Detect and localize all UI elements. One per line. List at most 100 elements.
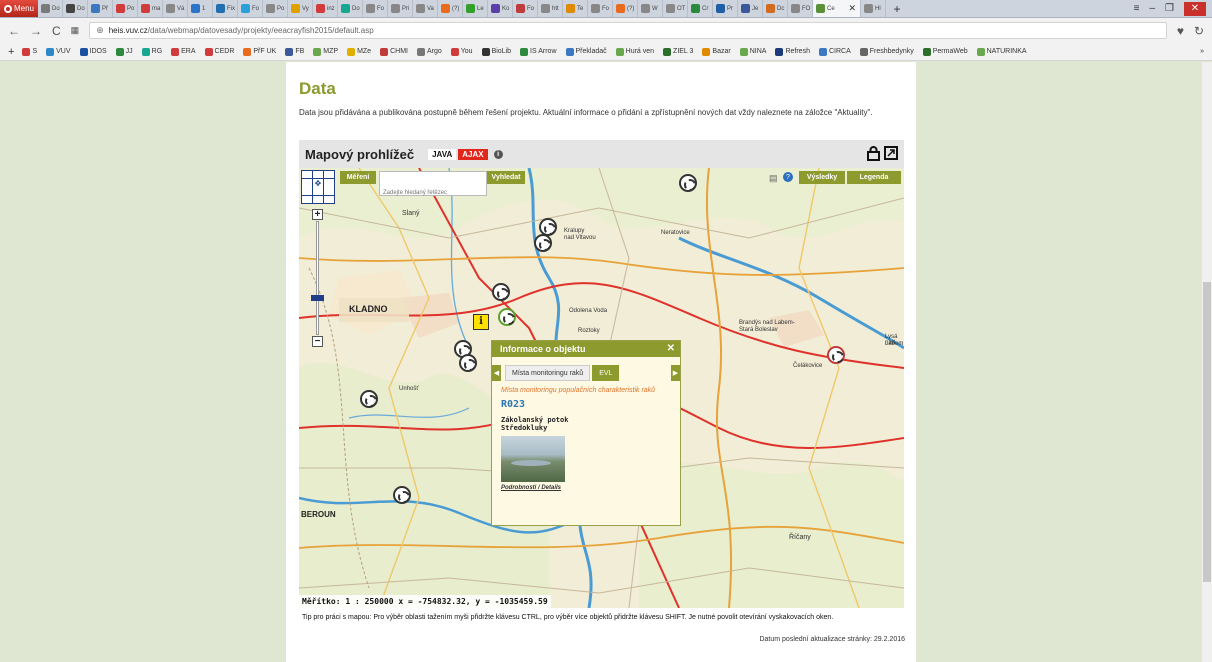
scrollbar-thumb[interactable]	[1203, 282, 1211, 582]
tab-active[interactable]: Ce ✕	[813, 0, 861, 17]
browser-tab[interactable]: Fo	[513, 0, 538, 17]
back-icon[interactable]: ←	[8, 24, 20, 38]
bookmark-item[interactable]: NATURINKA	[976, 47, 1027, 56]
bookmark-item[interactable]: FB	[285, 47, 304, 56]
site-info-icon[interactable]: ⊕	[96, 25, 104, 36]
bookmark-item[interactable]: JJ	[115, 47, 133, 56]
bookmark-item[interactable]: You	[450, 47, 473, 56]
bookmark-item[interactable]: CEDR	[204, 47, 234, 56]
lock-icon[interactable]	[867, 146, 880, 161]
browser-tab[interactable]: Fo	[588, 0, 613, 17]
bookmark-item[interactable]: ZIEL 3	[663, 47, 693, 56]
browser-tab[interactable]: (?)	[613, 0, 638, 17]
popup-next-icon[interactable]: ▶	[671, 365, 680, 381]
browser-tab[interactable]: Po	[113, 0, 138, 17]
browser-tab[interactable]: Dc	[763, 0, 788, 17]
ajax-button[interactable]: AJAX	[458, 148, 488, 160]
bookmark-item[interactable]: Argo	[416, 47, 442, 56]
bookmark-item[interactable]: PermaWeb	[922, 47, 968, 56]
browser-tab[interactable]: OT	[663, 0, 688, 17]
map-marker[interactable]	[492, 283, 510, 301]
browser-tab[interactable]: Ko	[488, 0, 513, 17]
details-link[interactable]: Podrobnosti / Details	[501, 485, 680, 491]
popup-tab-crayfish[interactable]: Místa monitoringu raků	[505, 365, 591, 381]
bookmark-item[interactable]: Freshbedynky	[859, 47, 914, 56]
browser-tab[interactable]: Do	[338, 0, 363, 17]
bookmark-item[interactable]: Refresh	[775, 47, 810, 56]
popup-tab-evl[interactable]: EVL	[592, 365, 620, 381]
bookmark-item[interactable]: NINA	[739, 47, 766, 56]
bookmark-item[interactable]: ERA	[171, 47, 196, 56]
add-bookmark-icon[interactable]: +	[8, 46, 14, 58]
bookmark-item[interactable]: BioLib	[481, 47, 511, 56]
restore-icon[interactable]: ❐	[1165, 3, 1174, 14]
browser-menu-button[interactable]: Menu	[0, 0, 38, 17]
bookmark-item[interactable]: MZe	[347, 47, 371, 56]
popup-prev-icon[interactable]: ◀	[492, 365, 501, 381]
help-icon[interactable]: ?	[783, 172, 793, 182]
tab-after[interactable]: Hl	[861, 0, 886, 17]
map-canvas[interactable]: Měření Zadejte hledaný řetězec Vyhledat …	[299, 168, 904, 608]
map-marker[interactable]	[393, 486, 411, 504]
page-scrollbar[interactable]	[1202, 62, 1212, 662]
map-search-input[interactable]: Zadejte hledaný řetězec	[379, 171, 487, 196]
zoom-out-button[interactable]: −	[312, 336, 323, 347]
map-marker[interactable]	[534, 234, 552, 252]
java-button[interactable]: JAVA	[428, 148, 457, 160]
browser-tab[interactable]: Do	[38, 0, 63, 17]
browser-tab[interactable]: inz	[313, 0, 338, 17]
results-button[interactable]: Výsledky	[799, 171, 845, 184]
measure-button[interactable]: Měření	[340, 171, 376, 184]
popup-close-icon[interactable]: ✕	[667, 343, 675, 354]
update-icon[interactable]: ↻	[1194, 24, 1204, 38]
bookmark-item[interactable]: CIRCA	[818, 47, 851, 56]
browser-tab[interactable]: htt	[538, 0, 563, 17]
url-field[interactable]: ⊕ heis.vuv.cz/data/webmap/datovesady/pro…	[89, 22, 1167, 39]
selected-info-marker-icon[interactable]: i	[473, 314, 489, 330]
speed-dial-icon[interactable]: ▦	[71, 25, 80, 36]
reload-icon[interactable]: C	[52, 24, 61, 38]
browser-tab[interactable]: Je	[738, 0, 763, 17]
info-icon[interactable]: i	[493, 149, 503, 159]
map-marker[interactable]	[827, 346, 845, 364]
map-marker[interactable]	[498, 308, 516, 326]
map-marker[interactable]	[360, 390, 378, 408]
bookmarks-more-icon[interactable]: »	[1200, 48, 1204, 55]
browser-tab[interactable]: Le	[463, 0, 488, 17]
minimize-icon[interactable]: –	[1149, 3, 1155, 14]
zoom-in-button[interactable]: +	[312, 209, 323, 220]
zoom-slider-handle[interactable]	[311, 295, 324, 301]
browser-tab[interactable]: Vá	[163, 0, 188, 17]
close-tab-icon[interactable]: ✕	[848, 3, 856, 14]
site-photo[interactable]	[501, 436, 565, 482]
tab-menu-icon[interactable]: ≡	[1134, 3, 1140, 14]
bookmark-item[interactable]: Bazar	[702, 47, 731, 56]
fullscreen-icon[interactable]	[884, 146, 898, 160]
legend-button[interactable]: Legenda	[847, 171, 901, 184]
bookmark-item[interactable]: MZP	[313, 47, 338, 56]
bookmark-item[interactable]: IDOS	[79, 47, 107, 56]
browser-tab[interactable]: Př	[88, 0, 113, 17]
print-icon[interactable]: ▤	[769, 173, 778, 184]
browser-tab[interactable]: ma	[138, 0, 163, 17]
bookmark-item[interactable]: Hurá ven	[615, 47, 654, 56]
browser-tab[interactable]: Vy	[288, 0, 313, 17]
close-window-button[interactable]: ✕	[1184, 1, 1206, 16]
forward-icon[interactable]: →	[30, 24, 42, 38]
browser-tab[interactable]: Pr	[713, 0, 738, 17]
zoom-slider-track[interactable]	[316, 221, 319, 335]
browser-tab[interactable]: Fo	[238, 0, 263, 17]
new-tab-button[interactable]: +	[886, 0, 908, 17]
bookmark-item[interactable]: IS Arrow	[520, 47, 557, 56]
search-button[interactable]: Vyhledat	[487, 171, 525, 184]
map-marker[interactable]	[459, 354, 477, 372]
browser-tab[interactable]: W	[638, 0, 663, 17]
browser-tab[interactable]: Fix	[213, 0, 238, 17]
bookmark-item[interactable]: PřF UK	[243, 47, 276, 56]
browser-tab[interactable]: Fo	[363, 0, 388, 17]
map-marker[interactable]	[679, 174, 697, 192]
browser-tab[interactable]: FO	[788, 0, 813, 17]
bookmark-item[interactable]: CHMI	[380, 47, 408, 56]
bookmark-item[interactable]: RG	[141, 47, 162, 56]
bookmark-item[interactable]: Překladač	[565, 47, 607, 56]
